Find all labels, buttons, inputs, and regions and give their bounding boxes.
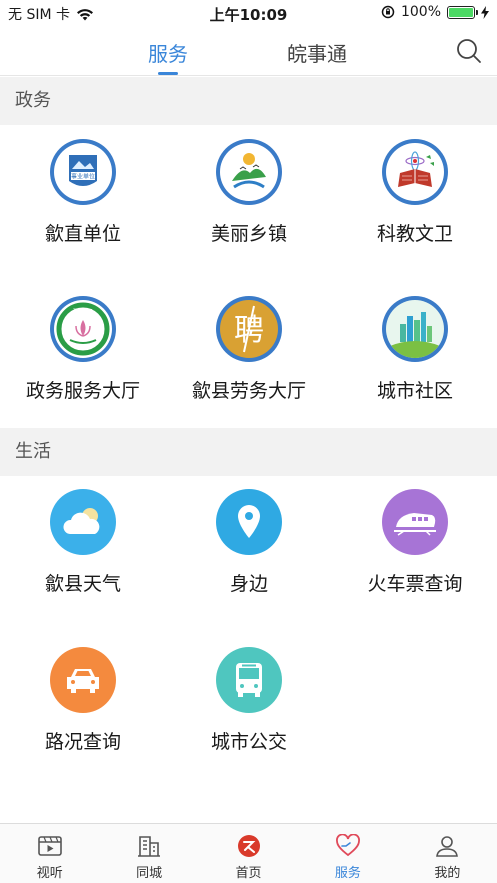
nav-label: 我的 — [434, 866, 461, 881]
active-tab-indicator — [158, 72, 178, 75]
car-icon — [50, 647, 116, 713]
service-item-kejiao-wenwei[interactable]: 科教文卫 — [332, 139, 497, 246]
service-item-traffic[interactable]: 路况查询 — [0, 647, 166, 754]
service-item-meili-xiangzhen[interactable]: 美丽乡镇 — [166, 139, 332, 246]
nav-label: 服务 — [334, 866, 361, 881]
service-item-label: 歙直单位 — [44, 223, 121, 245]
recruitment-badge-icon: 聘 — [216, 296, 282, 362]
service-item-nearby[interactable]: 身边 — [166, 489, 332, 596]
institution-badge-icon: 事业单位 — [50, 139, 116, 205]
service-item-label: 科教文卫 — [376, 223, 453, 245]
video-icon — [37, 836, 62, 856]
service-item-label: 美丽乡镇 — [210, 223, 287, 245]
nav-label: 视听 — [36, 866, 63, 881]
service-item-laowu-dating[interactable]: 聘 歙县劳务大厅 — [166, 296, 332, 403]
service-item-label: 歙县劳务大厅 — [191, 380, 306, 402]
service-item-label: 身边 — [229, 573, 268, 595]
service-item-label: 城市公交 — [210, 731, 287, 753]
service-item-label: 城市社区 — [376, 380, 453, 402]
battery-percent: 100% — [400, 4, 441, 20]
tab-service[interactable]: 服务 — [148, 38, 188, 75]
section-header-gov: 政务 — [0, 77, 497, 125]
status-right: 100% — [381, 4, 489, 20]
status-bar: 无 SIM 卡 上午10:09 100% — [0, 0, 497, 26]
building-icon — [138, 836, 161, 857]
nav-item-service[interactable]: 服务 — [298, 824, 397, 883]
charging-icon — [481, 5, 489, 19]
service-item-shezhi-danwei[interactable]: 事业单位 歙直单位 — [0, 139, 166, 246]
city-community-badge-icon — [382, 296, 448, 362]
service-item-weather[interactable]: 歙县天气 — [0, 489, 166, 596]
nav-item-city[interactable]: 同城 — [99, 824, 198, 883]
nav-item-home[interactable]: 首页 — [199, 824, 298, 883]
service-item-train-ticket[interactable]: 火车票查询 — [332, 489, 497, 596]
landscape-badge-icon — [216, 139, 282, 205]
home-logo-icon — [237, 835, 260, 857]
nav-label: 首页 — [235, 866, 262, 881]
bus-icon — [216, 647, 282, 713]
section-header-life: 生活 — [0, 428, 497, 476]
weather-icon — [50, 489, 116, 555]
train-icon — [382, 489, 448, 555]
rotation-lock-icon — [381, 5, 395, 19]
bottom-nav-bar: 视听 同城 首页 服务 我的 — [0, 823, 497, 883]
top-tab-bar: 服务 皖事通 — [0, 26, 497, 76]
nav-item-video[interactable]: 视听 — [0, 824, 99, 883]
heart-hands-icon — [336, 834, 360, 857]
nav-label: 同城 — [136, 866, 163, 881]
service-item-zhengwu-fuwu-dating[interactable]: 政务服务 政务服务大厅 — [0, 296, 166, 403]
government-service-badge-text: 政务服务 — [73, 308, 93, 315]
service-item-label: 歙县天气 — [44, 573, 121, 595]
location-pin-icon — [216, 489, 282, 555]
battery-icon — [447, 5, 478, 19]
institution-badge-text: 事业单位 — [71, 173, 95, 181]
user-icon — [436, 836, 459, 857]
government-service-badge-icon: 政务服务 — [50, 296, 116, 362]
service-item-bus[interactable]: 城市公交 — [166, 647, 332, 754]
tab-wanshitong[interactable]: 皖事通 — [287, 38, 347, 67]
science-education-badge-icon — [382, 139, 448, 205]
service-item-label: 政务服务大厅 — [25, 380, 140, 402]
service-item-label: 火车票查询 — [367, 573, 463, 595]
tab-wanshitong-label: 皖事通 — [287, 42, 347, 66]
tab-service-label: 服务 — [148, 42, 188, 66]
search-icon[interactable] — [455, 37, 483, 65]
service-item-chengshi-shequ[interactable]: 城市社区 — [332, 296, 497, 403]
service-item-label: 路况查询 — [44, 731, 121, 753]
nav-item-profile[interactable]: 我的 — [398, 824, 497, 883]
